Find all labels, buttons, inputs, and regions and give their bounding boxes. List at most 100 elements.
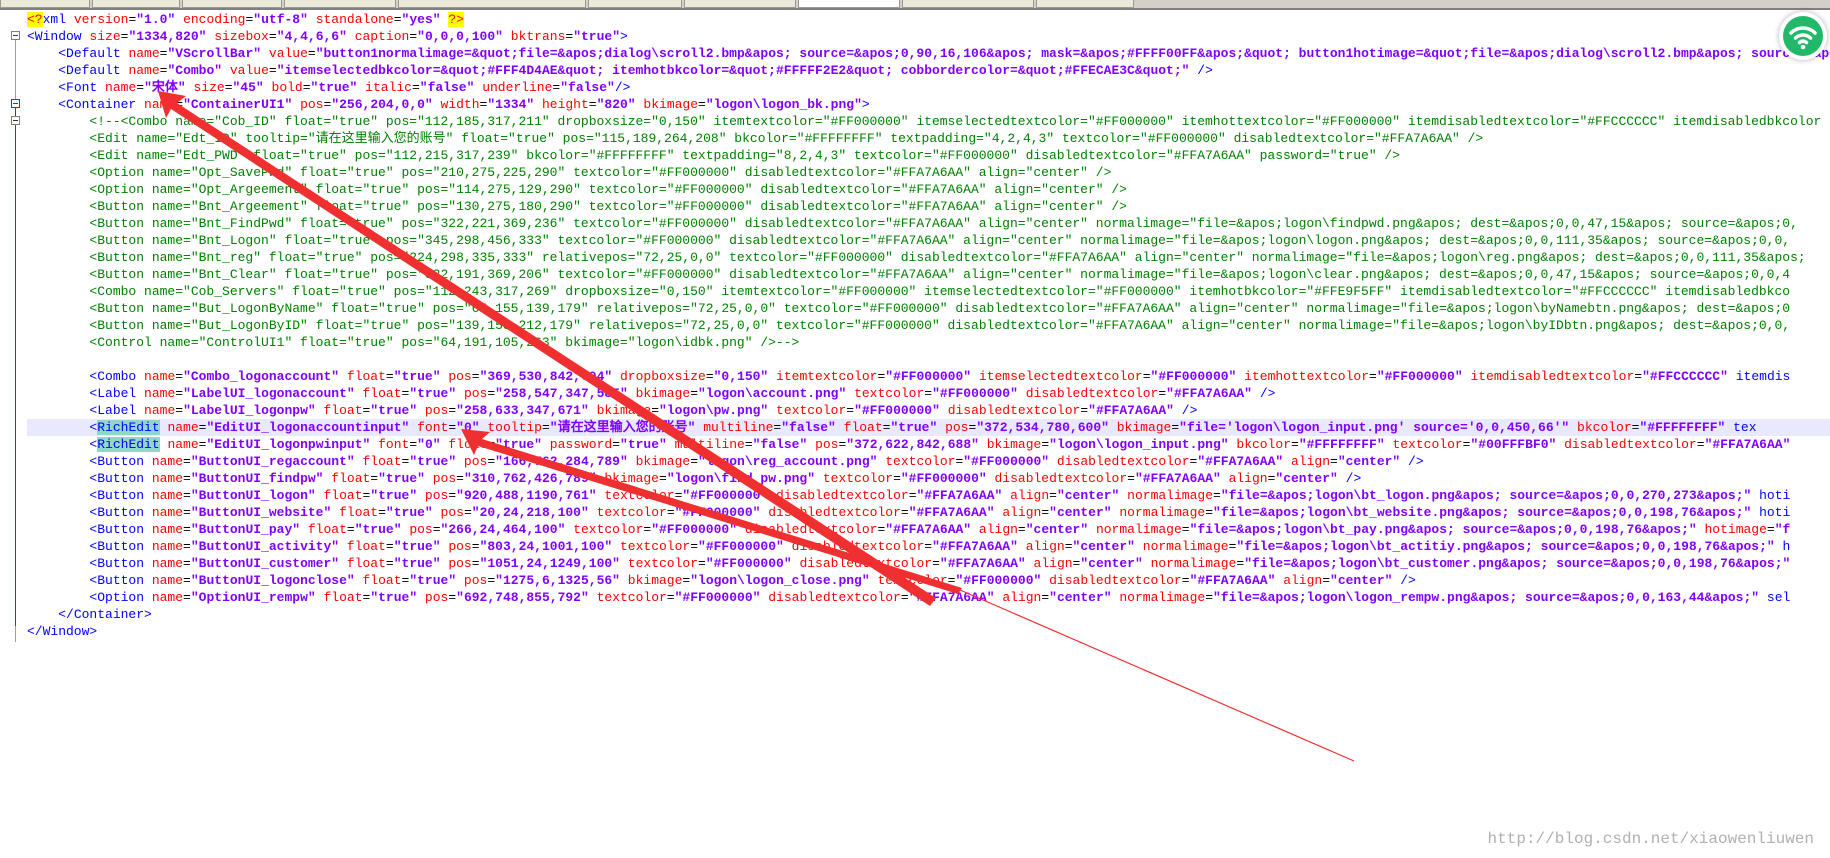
code-line[interactable]: <Combo name="Combo_logonaccount" float="… — [27, 368, 1830, 385]
code-line[interactable]: <Button name="ButtonUI_website" float="t… — [27, 504, 1830, 521]
code-token: disabledtextcolor — [939, 403, 1081, 418]
code-line[interactable]: <Default name="VScrollBar" value="button… — [27, 45, 1830, 62]
code-token: bold — [263, 80, 303, 95]
code-line[interactable]: <Edit name="Edt_ID" tooltip="请在这里输入您的账号"… — [27, 130, 1830, 147]
code-token: "true" — [393, 539, 441, 554]
code-line[interactable]: </Container> — [27, 606, 1830, 623]
code-token: = — [698, 556, 706, 571]
code-token: = — [409, 437, 418, 452]
wifi-icon[interactable] — [1779, 12, 1827, 60]
code-line[interactable]: <RichEdit name="EditUI_logonpwinput" fon… — [27, 436, 1830, 453]
code-token: name — [144, 505, 184, 520]
code-line[interactable]: <Button name="Bnt_reg" float="true" pos=… — [27, 249, 1830, 266]
code-token: textcolor — [846, 386, 925, 401]
code-token: pos — [401, 522, 433, 537]
code-token: size — [81, 29, 121, 44]
code-token: = — [690, 539, 699, 554]
code-token: = — [666, 590, 675, 605]
code-token: > — [89, 624, 98, 639]
code-token: > — [861, 97, 870, 112]
file-tab-active[interactable] — [798, 0, 900, 8]
file-tab[interactable] — [1036, 0, 1134, 8]
code-token: name — [144, 590, 184, 605]
code-token: "#FFA7A6AA" — [1088, 403, 1174, 418]
code-line[interactable]: <Default name="Combo" value="itemselecte… — [27, 62, 1830, 79]
code-token: = — [698, 97, 706, 112]
code-token: "#FFA7A6AA" — [939, 556, 1026, 571]
file-tab[interactable] — [902, 0, 1034, 8]
code-token: "false" — [419, 80, 475, 95]
fold-toggle-window[interactable] — [11, 31, 20, 40]
code-line[interactable]: <Label name="LabelUI_logonaccount" float… — [27, 385, 1830, 402]
code-line[interactable]: <Button name="ButtonUI_logon" float="tru… — [27, 487, 1830, 504]
file-tab[interactable] — [92, 0, 180, 8]
code-line[interactable]: <Button name="ButtonUI_pay" float="true"… — [27, 521, 1830, 538]
code-token: itemhottextcolor — [1236, 369, 1369, 384]
code-token: "false" — [781, 420, 836, 435]
code-line[interactable]: <Combo name="Cob_Servers" float="true" p… — [27, 283, 1830, 300]
code-line[interactable]: <Button name="ButtonUI_logonclose" float… — [27, 572, 1830, 589]
code-line[interactable]: <Font name="宋体" size="45" bold="true" it… — [27, 79, 1830, 96]
code-line[interactable]: <Button name="Bnt_Clear" float="true" po… — [27, 266, 1830, 283]
code-line[interactable]: <Option name="OptionUI_rempw" float="tru… — [27, 589, 1830, 606]
code-token: dropboxsize — [612, 369, 706, 384]
code-token: "372,534,780,600" — [976, 420, 1109, 435]
code-token: = — [541, 420, 550, 435]
code-token: </Container — [58, 607, 145, 622]
code-token: = — [1158, 386, 1167, 401]
code-token: "Combo_logonaccount" — [183, 369, 340, 384]
code-token: "#FF000000" — [651, 522, 738, 537]
code-line[interactable]: <Button name="ButtonUI_activity" float="… — [27, 538, 1830, 555]
code-token: "LabelUI_logonaccount" — [183, 386, 355, 401]
code-line[interactable]: <Option name="Opt_Argeement" float="true… — [27, 181, 1830, 198]
code-token: "258,633,347,671" — [456, 403, 589, 418]
code-line[interactable]: <Button name="ButtonUI_findpw" float="tr… — [27, 470, 1830, 487]
code-line[interactable]: <RichEdit name="EditUI_logonaccountinput… — [27, 419, 1830, 436]
code-line[interactable]: <!--<Combo name="Cob_ID" float="true" po… — [27, 113, 1830, 130]
code-line[interactable]: <Button name="ButtonUI_regaccount" float… — [27, 453, 1830, 470]
file-tab[interactable] — [284, 0, 396, 8]
code-token: sizebox — [206, 29, 269, 44]
code-line[interactable]: <Button name="ButtonUI_customer" float="… — [27, 555, 1830, 572]
code-token: underline — [474, 80, 553, 95]
code-token: pos — [937, 420, 969, 435]
code-line[interactable]: <?xml version="1.0" encoding="utf-8" sta… — [27, 11, 1830, 28]
code-line[interactable]: <Button name="Bnt_Argeement" float="true… — [27, 198, 1830, 215]
code-line[interactable]: <Container name="ContainerUI1" pos="256,… — [27, 96, 1830, 113]
code-token: <Button — [89, 454, 145, 469]
code-token: "center" — [1330, 573, 1393, 588]
code-token: "true" — [620, 437, 667, 452]
code-token: "#FF000000" — [1150, 369, 1237, 384]
code-line[interactable]: </Window> — [27, 623, 1830, 640]
code-token: "ButtonUI_logonclose" — [190, 573, 355, 588]
code-line[interactable]: <Button name="But_LogonByName" float="tr… — [27, 300, 1830, 317]
code-token: "true" — [409, 573, 457, 588]
code-editor[interactable]: <?xml version = "1.0" encoding = "utf-8" sta… — [27, 11, 1830, 640]
file-tab[interactable] — [398, 0, 586, 8]
code-line[interactable]: <Button name="Bnt_FindPwd" float="true" … — [27, 215, 1830, 232]
code-token: "ButtonUI_website" — [190, 505, 332, 520]
code-line[interactable]: <Button name="But_LogonByID" float="true… — [27, 317, 1830, 334]
code-line[interactable]: <Option name="Opt_SavePwd" float="true" … — [27, 164, 1830, 181]
code-token: name — [97, 80, 137, 95]
code-token: "logon\pw.png" — [659, 403, 769, 418]
fold-toggle-comment[interactable] — [11, 116, 20, 125]
code-line[interactable] — [27, 351, 1830, 368]
code-token: align — [994, 505, 1042, 520]
code-token: <Container — [58, 97, 137, 112]
file-tab[interactable] — [684, 0, 796, 8]
code-token: "file=&apos;logon\logon_rempw.png&apos; … — [1213, 590, 1760, 605]
file-tab[interactable] — [588, 0, 682, 8]
code-token: = — [1213, 488, 1221, 503]
fold-toggle-container[interactable] — [11, 99, 20, 108]
code-token: = — [924, 386, 933, 401]
code-line[interactable]: <Button name="Bnt_Logon" float="true" po… — [27, 232, 1830, 249]
code-line[interactable]: <Window size="1334,820" sizebox="4,4,6,6… — [27, 28, 1830, 45]
code-line[interactable]: <Label name="LabelUI_logonpw" float="tru… — [27, 402, 1830, 419]
code-line[interactable]: <Control name="ControlUI1" float="true" … — [27, 334, 1830, 351]
code-line[interactable]: <Edit name="Edt_PWD" float="true" pos="1… — [27, 147, 1830, 164]
file-tab[interactable] — [0, 0, 90, 8]
file-tab[interactable] — [182, 0, 282, 8]
code-token: = — [448, 420, 457, 435]
